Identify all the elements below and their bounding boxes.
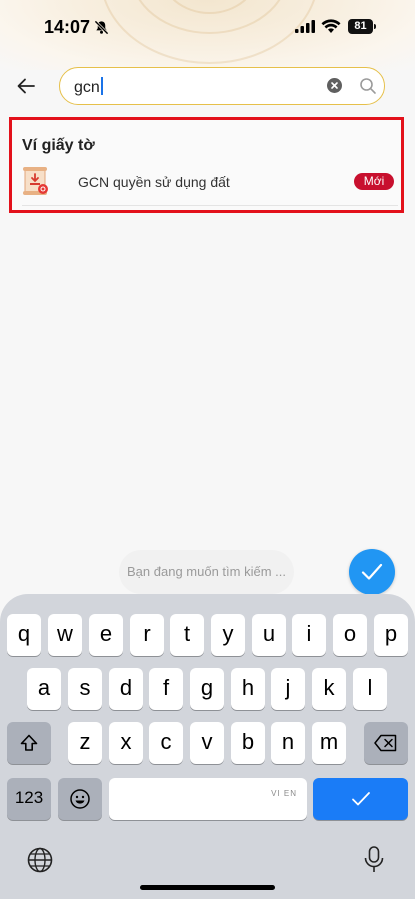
backspace-icon (374, 734, 397, 752)
key-m[interactable]: m (312, 722, 346, 764)
search-value-text: gcn (74, 79, 100, 96)
return-key[interactable] (313, 778, 408, 820)
key-x[interactable]: x (109, 722, 143, 764)
key-i[interactable]: i (292, 614, 326, 656)
land-certificate-icon (22, 166, 50, 196)
key-g[interactable]: g (190, 668, 224, 710)
key-k[interactable]: k (312, 668, 346, 710)
keyboard: q w e r t y u i o p a s d f g h j k l z … (0, 594, 415, 899)
key-d[interactable]: d (109, 668, 143, 710)
key-u[interactable]: u (252, 614, 286, 656)
key-o[interactable]: o (333, 614, 367, 656)
key-p[interactable]: p (374, 614, 408, 656)
back-button[interactable] (14, 74, 38, 98)
bell-slash-icon (94, 20, 109, 40)
status-time: 14:07 (44, 17, 91, 37)
space-key[interactable]: VI EN (109, 778, 307, 820)
key-z[interactable]: z (68, 722, 102, 764)
shift-icon (20, 734, 38, 751)
key-e[interactable]: e (89, 614, 123, 656)
key-t[interactable]: t (170, 614, 204, 656)
clear-search-button[interactable] (327, 78, 342, 93)
shift-key[interactable] (7, 722, 51, 764)
signal-icon (295, 20, 315, 38)
arrow-left-icon (17, 78, 35, 94)
text-caret (100, 77, 103, 95)
result-item-label: GCN quyền sử dụng đất (78, 174, 230, 190)
key-b[interactable]: b (231, 722, 265, 764)
confirm-button[interactable] (349, 549, 395, 595)
search-suggestion-chip[interactable]: Bạn đang muốn tìm kiếm ... (119, 550, 294, 594)
search-results-panel: Ví giấy tờ GCN quyền sử dụng đất Mới (9, 117, 404, 213)
key-h[interactable]: h (231, 668, 265, 710)
magnifier-icon[interactable] (359, 77, 377, 100)
search-input[interactable]: gcn (59, 67, 385, 105)
wifi-icon (321, 19, 341, 39)
key-r[interactable]: r (130, 614, 164, 656)
key-q[interactable]: q (7, 614, 41, 656)
divider (22, 205, 398, 206)
key-v[interactable]: v (190, 722, 224, 764)
section-title: Ví giấy tờ (22, 137, 95, 154)
return-check-icon (351, 792, 370, 806)
new-badge: Mới (354, 173, 394, 190)
space-language-hint: VI EN (271, 789, 297, 798)
result-item-land-certificate[interactable]: GCN quyền sử dụng đất Mới (22, 164, 398, 198)
key-a[interactable]: a (27, 668, 61, 710)
status-bar: 14:07 81 (0, 0, 415, 56)
battery-icon: 81 (348, 19, 373, 34)
microphone-icon[interactable] (363, 845, 385, 880)
key-n[interactable]: n (271, 722, 305, 764)
key-l[interactable]: l (353, 668, 387, 710)
emoji-key[interactable] (58, 778, 102, 820)
home-indicator (140, 885, 275, 890)
emoji-icon (70, 789, 90, 809)
key-y[interactable]: y (211, 614, 245, 656)
globe-icon[interactable] (26, 846, 54, 879)
numbers-key[interactable]: 123 (7, 778, 51, 820)
key-j[interactable]: j (271, 668, 305, 710)
key-f[interactable]: f (149, 668, 183, 710)
checkmark-icon (361, 563, 383, 580)
key-s[interactable]: s (68, 668, 102, 710)
battery-tip (374, 24, 376, 29)
backspace-key[interactable] (364, 722, 408, 764)
clear-x-icon (331, 82, 338, 89)
key-c[interactable]: c (149, 722, 183, 764)
key-w[interactable]: w (48, 614, 82, 656)
